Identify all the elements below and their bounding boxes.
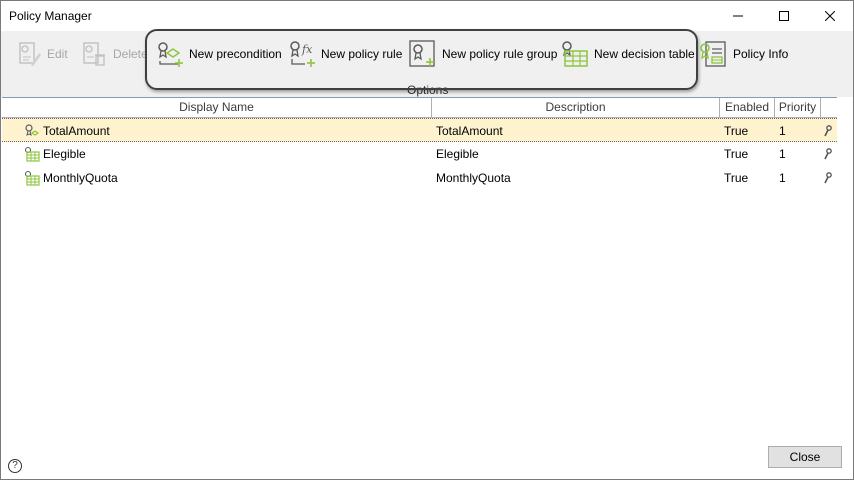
- new-policy-rule-button[interactable]: fx New policy rule: [287, 39, 402, 69]
- new-policy-rule-group-icon: [408, 39, 438, 69]
- decision-table-icon: [24, 146, 40, 162]
- new-policy-rule-group-button[interactable]: New policy rule group: [408, 39, 557, 69]
- policy-info-label: Policy Info: [733, 47, 789, 61]
- column-header-priority[interactable]: Priority: [775, 98, 821, 118]
- cell-display-name: Elegible: [43, 147, 86, 161]
- delete-label: Delete: [113, 47, 148, 61]
- cell-enabled: True: [724, 171, 749, 185]
- cell-priority: 1: [779, 171, 786, 185]
- policy-info-button[interactable]: Policy Info: [699, 39, 788, 69]
- close-button[interactable]: Close: [768, 446, 842, 468]
- help-icon[interactable]: ?: [8, 459, 22, 473]
- toolbar-ribbon: Edit Delete New precondition fx New poli…: [1, 31, 853, 97]
- minimize-button[interactable]: [715, 1, 761, 31]
- new-policy-rule-icon: fx: [287, 39, 317, 69]
- cell-description: Elegible: [436, 147, 479, 161]
- decision-table-icon: [24, 170, 40, 186]
- precondition-icon: [24, 123, 40, 139]
- cell-enabled: True: [724, 147, 749, 161]
- cell-enabled: True: [724, 124, 749, 138]
- edit-button[interactable]: Edit: [13, 39, 68, 69]
- new-decision-table-icon: [560, 39, 590, 69]
- link-icon[interactable]: [823, 125, 833, 137]
- cell-description: MonthlyQuota: [436, 171, 511, 185]
- link-icon[interactable]: [823, 172, 833, 184]
- new-precondition-icon: [155, 39, 185, 69]
- cell-display-name: TotalAmount: [43, 124, 110, 138]
- table-row[interactable]: Elegible Elegible True 1: [2, 142, 837, 166]
- minimize-icon: [733, 15, 743, 17]
- link-icon[interactable]: [823, 148, 833, 160]
- grid-header: Display Name Description Enabled Priorit…: [2, 97, 837, 118]
- close-window-button[interactable]: [807, 1, 853, 31]
- edit-icon: [13, 39, 43, 69]
- maximize-icon: [779, 11, 789, 21]
- new-precondition-button[interactable]: New precondition: [155, 39, 282, 69]
- policy-manager-window: Policy Manager Edit Delete New precondit…: [0, 0, 854, 480]
- title-bar: Policy Manager: [1, 1, 853, 31]
- column-header-enabled[interactable]: Enabled: [720, 98, 775, 118]
- table-row[interactable]: TotalAmount TotalAmount True 1: [2, 118, 837, 142]
- maximize-button[interactable]: [761, 1, 807, 31]
- cell-display-name: MonthlyQuota: [43, 171, 118, 185]
- delete-icon: [79, 39, 109, 69]
- cell-priority: 1: [779, 147, 786, 161]
- table-row[interactable]: MonthlyQuota MonthlyQuota True 1: [2, 166, 837, 190]
- policy-info-icon: [699, 39, 729, 69]
- delete-button[interactable]: Delete: [79, 39, 148, 69]
- new-decision-table-button[interactable]: New decision table: [560, 39, 695, 69]
- new-precondition-label: New precondition: [189, 47, 282, 61]
- column-header-description[interactable]: Description: [432, 98, 720, 118]
- edit-label: Edit: [47, 47, 68, 61]
- new-decision-table-label: New decision table: [594, 47, 695, 61]
- options-group-label: Options: [407, 83, 449, 97]
- svg-text:fx: fx: [301, 43, 313, 56]
- column-header-display-name[interactable]: Display Name: [2, 98, 432, 118]
- close-icon: [825, 11, 835, 21]
- new-policy-rule-group-label: New policy rule group: [442, 47, 558, 61]
- cell-priority: 1: [779, 124, 786, 138]
- window-title: Policy Manager: [9, 9, 92, 23]
- cell-description: TotalAmount: [436, 124, 503, 138]
- new-policy-rule-label: New policy rule: [321, 47, 403, 61]
